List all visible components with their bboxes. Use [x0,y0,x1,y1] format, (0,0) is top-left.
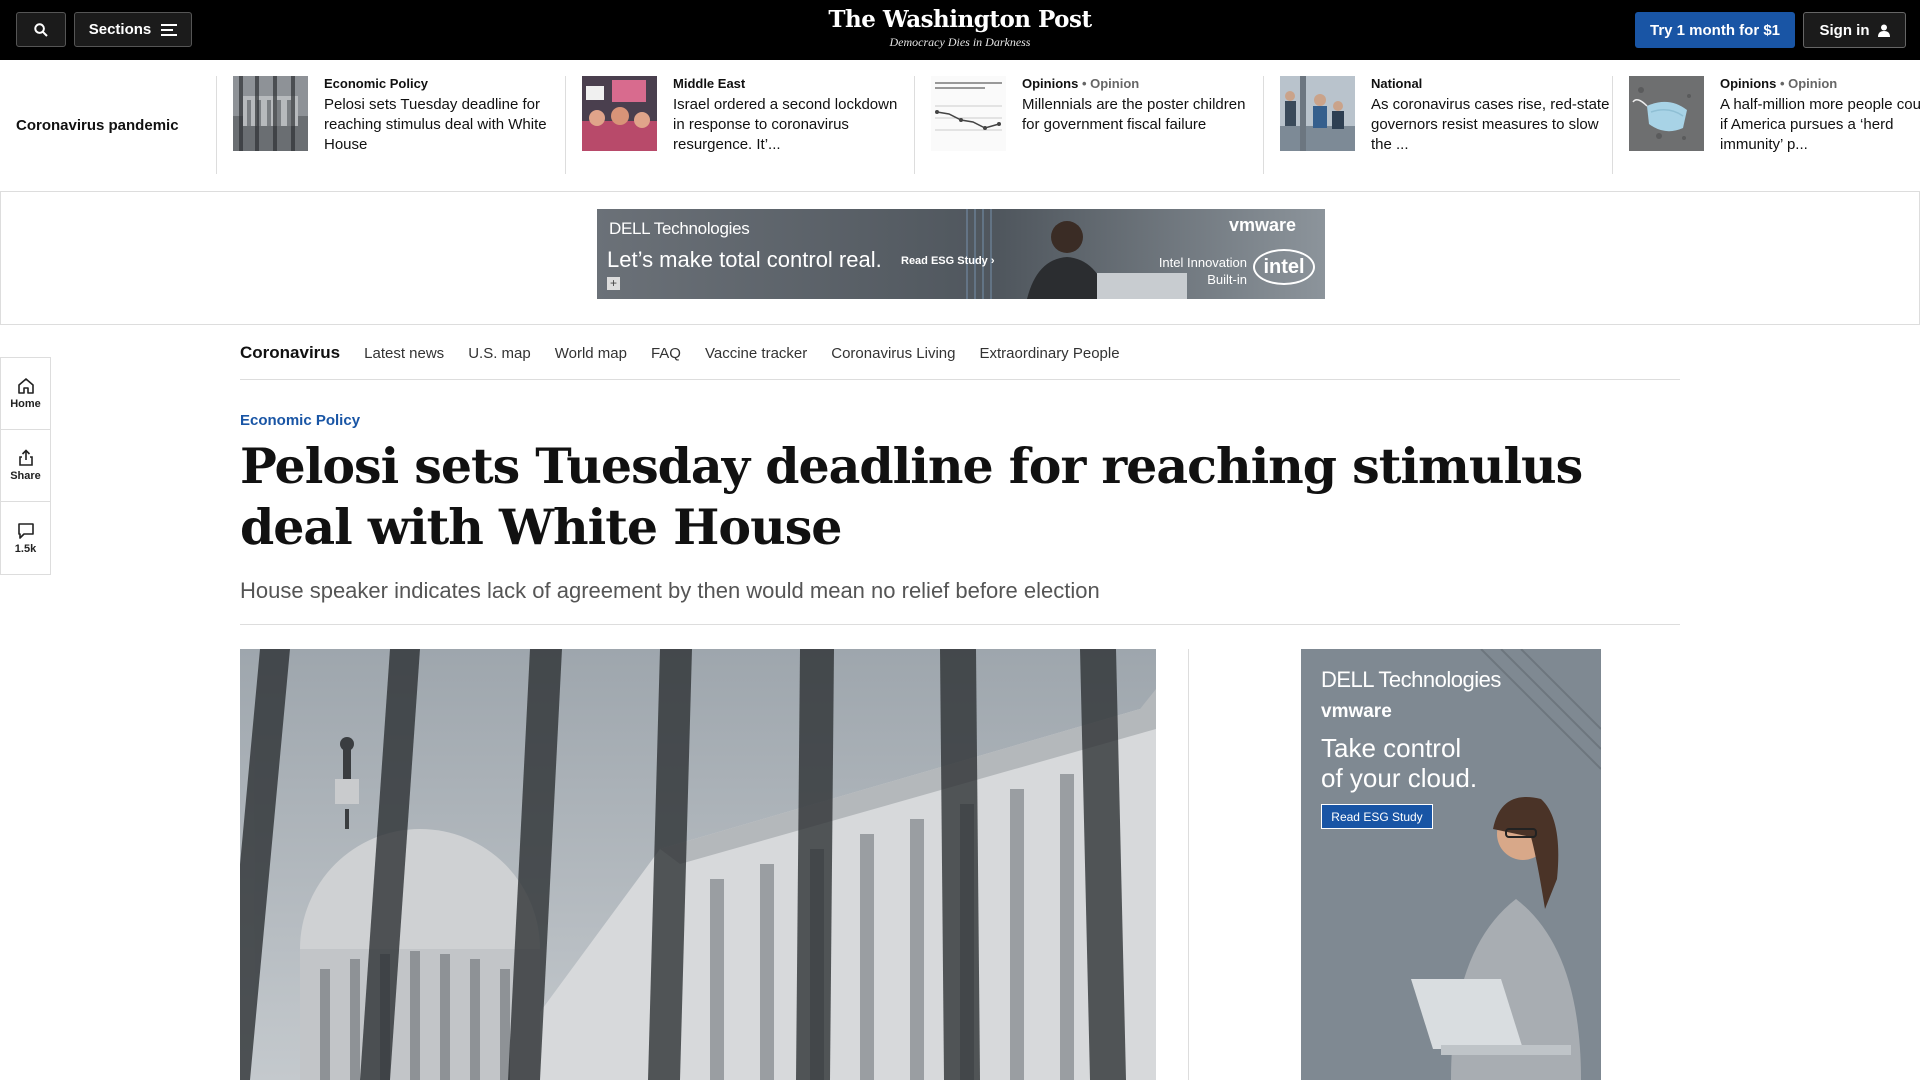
opinion-tag: • Opinion [1081,76,1140,91]
protest-crowd-photo-icon [582,76,657,151]
strip-kicker-label: National [1371,76,1423,91]
comment-count: 1.5k [14,542,37,555]
home-icon [17,378,34,394]
logo-tagline: Democracy Dies in Darkness [889,35,1031,49]
strip-text: National As coronavirus cases rise, red-… [1371,76,1611,155]
user-icon [1877,24,1890,37]
strip-divider [914,76,915,174]
strip-divider [1263,76,1264,174]
line-chart-thumbnail-icon [931,76,1006,151]
home-label: Home [10,398,41,410]
ad-partner-logo: vmware [1229,215,1297,235]
strip-label[interactable]: Coronavirus pandemic [16,117,179,134]
site-logo[interactable]: The Washington Post Democracy Dies in Da… [760,6,1160,50]
left-rail: Home Share 1.5k [0,357,51,575]
strip-kicker: Economic Policy [324,76,564,91]
strip-divider [216,76,217,174]
strip-text: Opinions • Opinion Millennials are the p… [1022,76,1262,135]
strip-kicker-label: Opinions [1720,76,1777,91]
sections-button[interactable]: Sections [74,12,192,47]
divider [240,624,1680,625]
strip-headline: A half-million more people could die if … [1720,96,1920,153]
share-button[interactable]: Share [1,430,50,502]
section-nav-link-people[interactable]: Extraordinary People [979,345,1119,362]
ad-cta-link[interactable]: Read ESG Study › [901,255,995,267]
share-icon [18,449,33,466]
strip-text: Middle East Israel ordered a second lock… [673,76,913,155]
logo-name: The Washington Post [828,6,1092,33]
strip-kicker: National [1371,76,1611,91]
headline-strip: Coronavirus pandemic Economic Policy Pel… [0,60,1920,192]
side-advertisement[interactable]: DELL Technologies vmware Take control of… [1301,649,1601,1080]
share-label: Share [10,470,41,482]
comments-button[interactable]: 1.5k [1,502,50,574]
ad-band: DELL Technologies Let’s make total contr… [0,192,1920,325]
strip-item[interactable]: Opinions • Opinion Millennials are the p… [931,76,1271,156]
people-seated-photo-icon [1280,76,1355,151]
article-subheadline: House speaker indicates lack of agreemen… [240,578,1100,603]
sign-in-label: Sign in [1819,21,1870,39]
strip-item[interactable]: Middle East Israel ordered a second lock… [582,76,922,156]
section-nav-link-vaccine[interactable]: Vaccine tracker [705,345,807,362]
opinion-tag: • Opinion [1779,76,1838,91]
strip-kicker-label: Opinions [1022,76,1079,91]
strip-item[interactable]: Economic Policy Pelosi sets Tuesday dead… [233,76,573,156]
intel-logo: intel [1253,249,1315,285]
strip-headline: As coronavirus cases rise, red-state gov… [1371,96,1610,153]
menu-icon [161,23,178,36]
ad-intel-text: Intel Innovation Built-in [1158,255,1247,287]
section-nav-link-us-map[interactable]: U.S. map [468,345,531,362]
strip-headline: Israel ordered a second lockdown in resp… [673,96,898,153]
home-button[interactable]: Home [1,358,50,430]
strip-kicker-label: Economic Policy [324,76,429,91]
ad-brand: DELL Technologies [609,219,750,238]
article-kicker[interactable]: Economic Policy [240,412,360,429]
section-nav-link-latest[interactable]: Latest news [364,345,444,362]
sign-in-button[interactable]: Sign in [1803,12,1906,48]
ad-choices-icon[interactable]: + [607,277,620,290]
top-bar: Sections The Washington Post Democracy D… [0,0,1920,60]
capitol-building-photo-icon [233,76,308,151]
strip-divider [565,76,566,174]
side-ad-partner-logo: vmware [1321,701,1392,722]
section-nav-link-faq[interactable]: FAQ [651,345,681,362]
section-nav-link-world-map[interactable]: World map [555,345,627,362]
section-nav-link-living[interactable]: Coronavirus Living [831,345,955,362]
side-ad-headline: Take control of your cloud. [1321,733,1478,793]
strip-divider [1612,76,1613,174]
sections-label: Sections [88,21,152,38]
strip-text: Opinions • Opinion A half-million more p… [1720,76,1920,155]
face-mask-photo-icon [1629,76,1704,151]
search-icon [34,22,48,37]
strip-text: Economic Policy Pelosi sets Tuesday dead… [324,76,564,155]
search-button[interactable] [16,12,66,47]
strip-kicker-label: Middle East [673,76,746,91]
strip-headline: Millennials are the poster children for … [1022,96,1246,133]
strip-item[interactable]: Opinions • Opinion A half-million more p… [1629,76,1920,156]
column-divider [1188,649,1189,1080]
subscribe-button[interactable]: Try 1 month for $1 [1635,12,1795,48]
strip-kicker: Opinions • Opinion [1022,76,1262,91]
strip-kicker: Opinions • Opinion [1720,76,1920,91]
article-headline: Pelosi sets Tuesday deadline for reachin… [240,437,1583,556]
ad-headline: Let’s make total control real. [607,247,882,272]
advertisement-banner[interactable]: DELL Technologies Let’s make total contr… [597,209,1325,299]
section-nav-title[interactable]: Coronavirus [240,343,340,363]
strip-item[interactable]: National As coronavirus cases rise, red-… [1280,76,1620,156]
side-ad-cta-button[interactable]: Read ESG Study [1321,804,1433,829]
comment-icon [17,522,34,539]
side-ad-brand: DELL Technologies [1321,667,1501,692]
strip-headline: Pelosi sets Tuesday deadline for reachin… [324,96,547,153]
section-nav: Coronavirus Latest news U.S. map World m… [240,327,1680,380]
strip-kicker: Middle East [673,76,913,91]
us-capitol-photo-icon[interactable] [240,649,1156,1080]
